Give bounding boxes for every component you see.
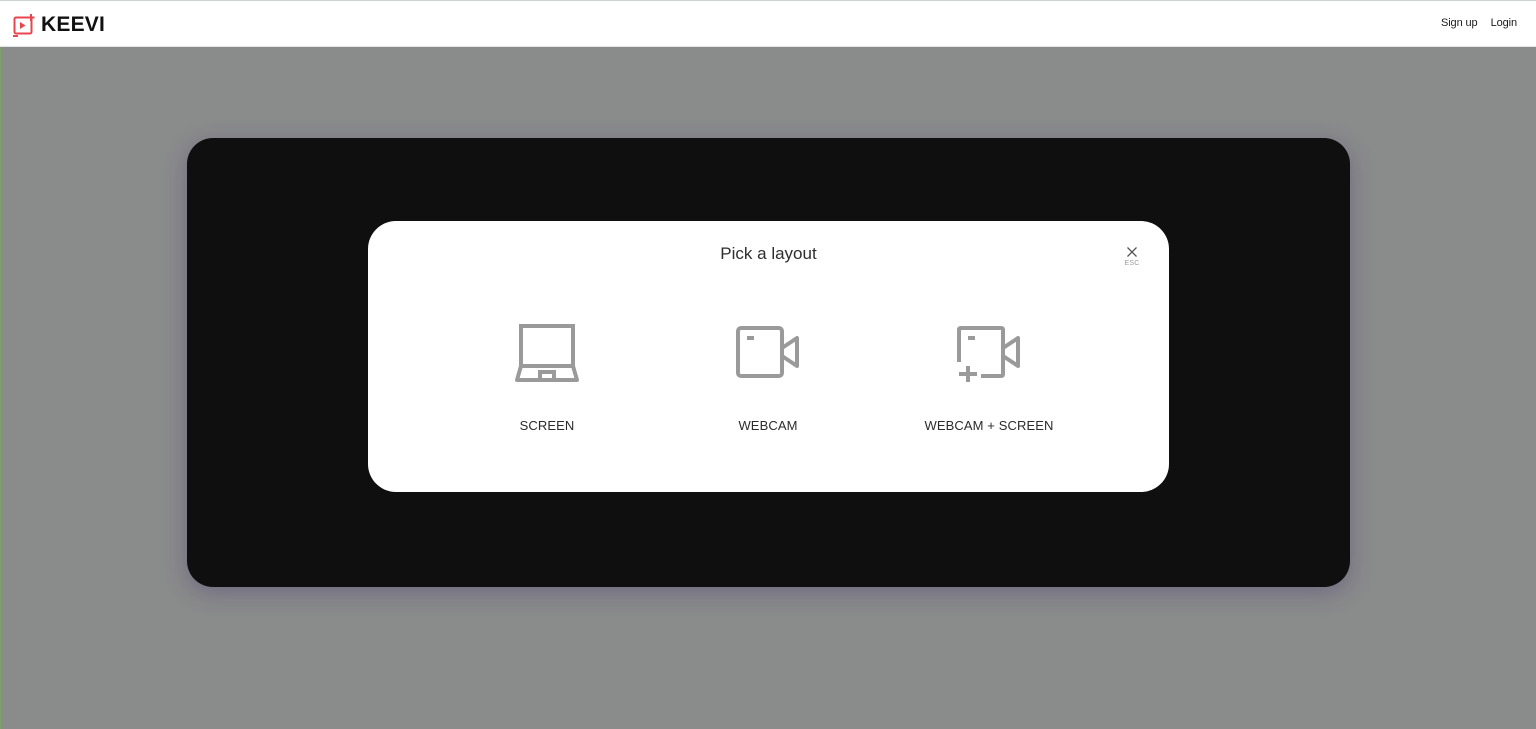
close-icon — [1127, 247, 1137, 257]
esc-hint: ESC — [1124, 260, 1140, 267]
webcam-icon — [736, 326, 799, 378]
top-navbar: KEEVI Sign up Login — [0, 0, 1536, 47]
webcam-screen-icon — [957, 326, 1020, 382]
layout-picker-modal: Pick a layout ESC SCREEN WEBCAM WEBCAM +… — [368, 221, 1169, 492]
modal-title: Pick a layout — [720, 244, 817, 263]
login-link[interactable]: Login — [1491, 17, 1518, 29]
close-button[interactable]: ESC — [1120, 244, 1144, 272]
option-label-screen: SCREEN — [519, 418, 575, 433]
left-edge-divider — [0, 47, 1, 729]
brand-name: KEEVI — [41, 13, 106, 36]
layout-option-screen[interactable]: SCREEN — [447, 315, 647, 445]
layout-option-webcam-screen[interactable]: WEBCAM + SCREEN — [889, 315, 1089, 445]
option-label-webcam: WEBCAM — [738, 418, 798, 433]
option-label-webcam-screen: WEBCAM + SCREEN — [924, 418, 1054, 433]
laptop-icon — [515, 324, 579, 382]
header-nav: Sign up Login — [1441, 17, 1517, 29]
signup-link[interactable]: Sign up — [1441, 17, 1478, 29]
layout-option-webcam[interactable]: WEBCAM — [668, 315, 868, 445]
keevi-logo-icon — [13, 14, 35, 37]
brand-logo-link[interactable]: KEEVI — [12, 12, 105, 38]
